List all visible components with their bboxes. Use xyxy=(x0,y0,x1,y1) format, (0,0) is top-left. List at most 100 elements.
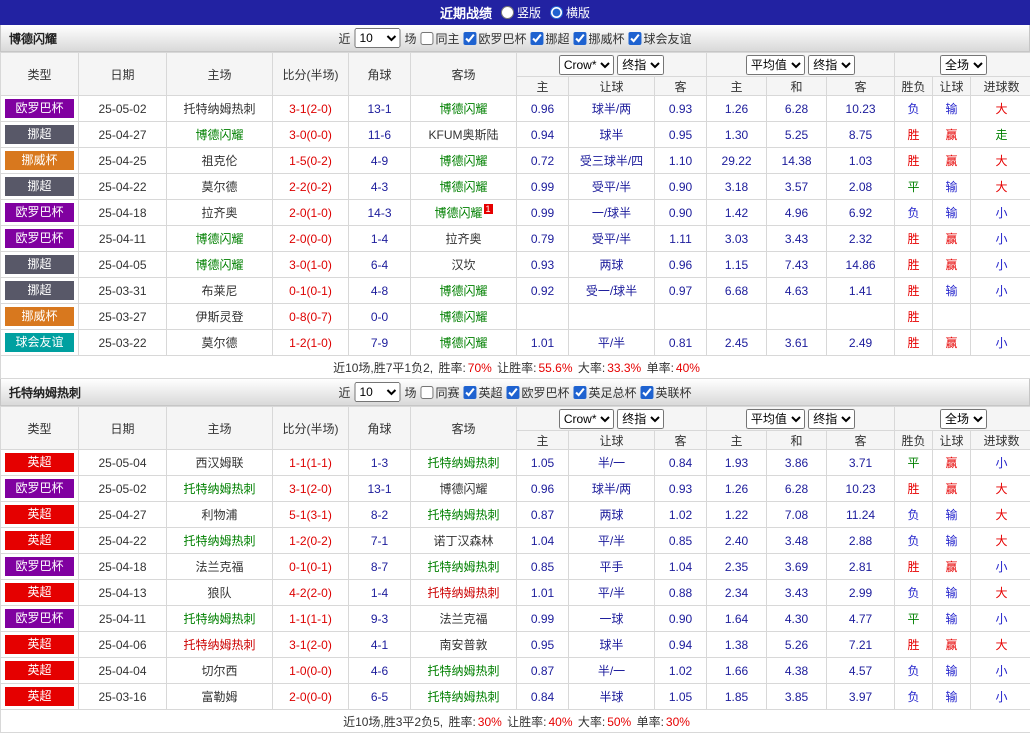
league-filter[interactable]: 球会友谊 xyxy=(628,30,692,47)
match-score[interactable]: 2-0(0-0) xyxy=(272,683,349,710)
match-score[interactable]: 1-0(0-0) xyxy=(272,657,349,684)
league-checkbox[interactable] xyxy=(640,385,654,399)
away-team[interactable]: 汉坎 xyxy=(451,258,475,272)
home-team[interactable]: 布莱尼 xyxy=(201,284,237,298)
league-filter[interactable]: 挪威杯 xyxy=(573,30,625,47)
home-team[interactable]: 博德闪耀 xyxy=(195,128,243,142)
away-team[interactable]: 博德闪耀 xyxy=(439,180,487,194)
match-score[interactable]: 3-1(2-0) xyxy=(272,95,349,122)
away-team[interactable]: 托特纳姆热刺 xyxy=(427,508,499,522)
home-team[interactable]: 莫尔德 xyxy=(201,180,237,194)
league-filter[interactable]: 英联杯 xyxy=(640,384,692,401)
euro-odds-time-select[interactable]: 终指 xyxy=(808,54,856,75)
home-team[interactable]: 博德闪耀 xyxy=(195,258,243,272)
home-team[interactable]: 博德闪耀 xyxy=(195,232,243,246)
result-goals: 大 xyxy=(970,95,1030,122)
league-filter[interactable]: 欧罗巴杯 xyxy=(463,30,527,47)
average-odds-select[interactable]: 平均值 xyxy=(745,54,805,75)
league-checkbox[interactable] xyxy=(463,385,477,399)
average-odds-select[interactable]: 平均值 xyxy=(745,408,805,429)
home-team[interactable]: 利物浦 xyxy=(201,508,237,522)
same-competition-filter[interactable]: 同赛 xyxy=(420,384,459,401)
away-team[interactable]: 托特纳姆热刺 xyxy=(427,690,499,704)
league-checkbox[interactable] xyxy=(530,31,544,45)
away-team[interactable]: 拉齐奥 xyxy=(445,232,481,246)
away-team[interactable]: 博德闪耀 xyxy=(439,336,487,350)
layout-option-horizontal[interactable]: 横版 xyxy=(550,4,590,21)
same-venue-filter[interactable]: 同主 xyxy=(420,30,459,47)
away-team[interactable]: 南安普敦 xyxy=(439,638,487,652)
league-checkbox[interactable] xyxy=(573,31,587,45)
match-score[interactable]: 1-2(0-2) xyxy=(272,527,349,554)
home-team[interactable]: 西汉姆联 xyxy=(195,456,243,470)
away-team[interactable]: 博德闪耀 xyxy=(439,102,487,116)
match-count-select[interactable]: 10 xyxy=(354,28,401,48)
home-team[interactable]: 托特纳姆热刺 xyxy=(183,534,255,548)
league-type-cell: 挪超 xyxy=(0,251,79,278)
away-team[interactable]: 博德闪耀 xyxy=(439,310,487,324)
away-team[interactable]: 博德闪耀 xyxy=(434,206,482,220)
home-team[interactable]: 莫尔德 xyxy=(201,336,237,350)
league-checkbox[interactable] xyxy=(463,31,477,45)
away-team[interactable]: 博德闪耀 xyxy=(439,482,487,496)
match-score[interactable]: 0-1(0-1) xyxy=(272,277,349,304)
home-team[interactable]: 拉齐奥 xyxy=(201,206,237,220)
fulltime-select[interactable]: 全场 xyxy=(940,54,988,75)
asian-odds-time-select[interactable]: 终指 xyxy=(617,408,665,429)
match-count-select[interactable]: 10 xyxy=(354,382,401,402)
match-score[interactable]: 0-8(0-7) xyxy=(272,303,349,330)
match-score[interactable]: 1-1(1-1) xyxy=(272,605,349,632)
match-score[interactable]: 2-0(1-0) xyxy=(272,199,349,226)
match-score[interactable]: 3-1(2-0) xyxy=(272,631,349,658)
home-team[interactable]: 托特纳姆热刺 xyxy=(183,482,255,496)
away-team[interactable]: KFUM奥斯陆 xyxy=(429,128,499,142)
away-team[interactable]: 博德闪耀 xyxy=(439,154,487,168)
league-checkbox[interactable] xyxy=(628,31,642,45)
horizontal-layout-radio[interactable] xyxy=(550,6,563,19)
match-score[interactable]: 3-0(0-0) xyxy=(272,121,349,148)
match-score[interactable]: 1-5(0-2) xyxy=(272,147,349,174)
euro-odds-time-select[interactable]: 终指 xyxy=(808,408,856,429)
league-checkbox[interactable] xyxy=(573,385,587,399)
league-filter[interactable]: 欧罗巴杯 xyxy=(506,384,570,401)
away-team[interactable]: 博德闪耀 xyxy=(439,284,487,298)
away-team-cell: 博德闪耀 xyxy=(410,277,517,304)
home-team[interactable]: 伊斯灵登 xyxy=(195,310,243,324)
league-filter[interactable]: 挪超 xyxy=(530,30,570,47)
home-team[interactable]: 狼队 xyxy=(207,586,231,600)
home-team[interactable]: 切尔西 xyxy=(201,664,237,678)
away-team[interactable]: 托特纳姆热刺 xyxy=(427,586,499,600)
bookmaker-select[interactable]: Crow* xyxy=(558,54,614,75)
league-type-cell: 欧罗巴杯 xyxy=(0,475,79,502)
bookmaker-select[interactable]: Crow* xyxy=(558,408,614,429)
vertical-layout-radio[interactable] xyxy=(500,6,514,19)
match-score[interactable]: 3-0(1-0) xyxy=(272,251,349,278)
home-team[interactable]: 托特纳姆热刺 xyxy=(183,612,255,626)
match-score[interactable]: 4-2(2-0) xyxy=(272,579,349,606)
match-score[interactable]: 2-0(0-0) xyxy=(272,225,349,252)
home-team[interactable]: 托特纳姆热刺 xyxy=(183,102,255,116)
home-team[interactable]: 富勒姆 xyxy=(201,690,237,704)
home-team[interactable]: 祖克伦 xyxy=(201,154,237,168)
home-team[interactable]: 法兰克福 xyxy=(195,560,243,574)
match-score[interactable]: 2-2(0-2) xyxy=(272,173,349,200)
match-score[interactable]: 1-2(1-0) xyxy=(272,329,349,356)
match-score[interactable]: 1-1(1-1) xyxy=(272,449,349,476)
home-team[interactable]: 托特纳姆热刺 xyxy=(183,638,255,652)
away-team[interactable]: 托特纳姆热刺 xyxy=(427,664,499,678)
match-score[interactable]: 5-1(3-1) xyxy=(272,501,349,528)
match-score[interactable]: 0-1(0-1) xyxy=(272,553,349,580)
match-score[interactable]: 3-1(2-0) xyxy=(272,475,349,502)
layout-option-vertical[interactable]: 竖版 xyxy=(500,4,541,21)
same-venue-checkbox[interactable] xyxy=(420,31,434,45)
asian-odds-time-select[interactable]: 终指 xyxy=(617,54,665,75)
away-team[interactable]: 法兰克福 xyxy=(439,612,487,626)
fulltime-select[interactable]: 全场 xyxy=(940,408,988,429)
away-team[interactable]: 诺丁汉森林 xyxy=(433,534,493,548)
away-team[interactable]: 托特纳姆热刺 xyxy=(427,456,499,470)
same-competition-checkbox[interactable] xyxy=(420,385,434,399)
league-checkbox[interactable] xyxy=(506,385,520,399)
away-team[interactable]: 托特纳姆热刺 xyxy=(427,560,499,574)
league-filter[interactable]: 英足总杯 xyxy=(573,384,637,401)
league-filter[interactable]: 英超 xyxy=(463,384,503,401)
